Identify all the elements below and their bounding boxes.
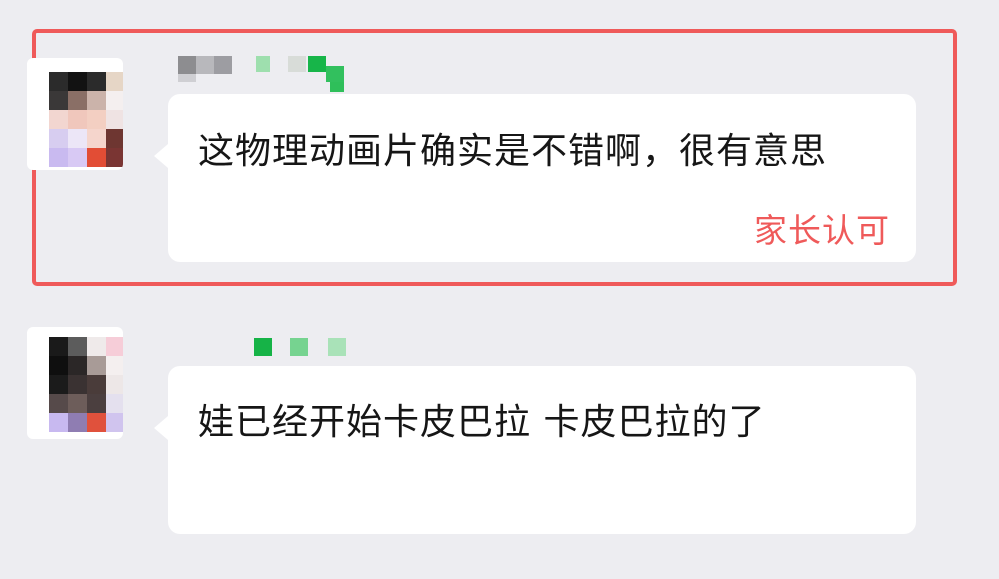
approval-label: 家长认可 <box>754 211 890 250</box>
message-bubble[interactable]: 娃已经开始卡皮巴拉 卡皮巴拉的了 <box>154 366 916 534</box>
message-text: 娃已经开始卡皮巴拉 卡皮巴拉的了 <box>198 402 766 443</box>
avatar[interactable] <box>27 58 123 170</box>
avatar[interactable] <box>27 327 123 439</box>
sender-name-mosaic <box>176 54 356 94</box>
message-bubble[interactable]: 这物理动画片确实是不错啊，很有意思 家长认可 <box>154 94 916 262</box>
message-text: 这物理动画片确实是不错啊，很有意思 <box>198 131 828 172</box>
